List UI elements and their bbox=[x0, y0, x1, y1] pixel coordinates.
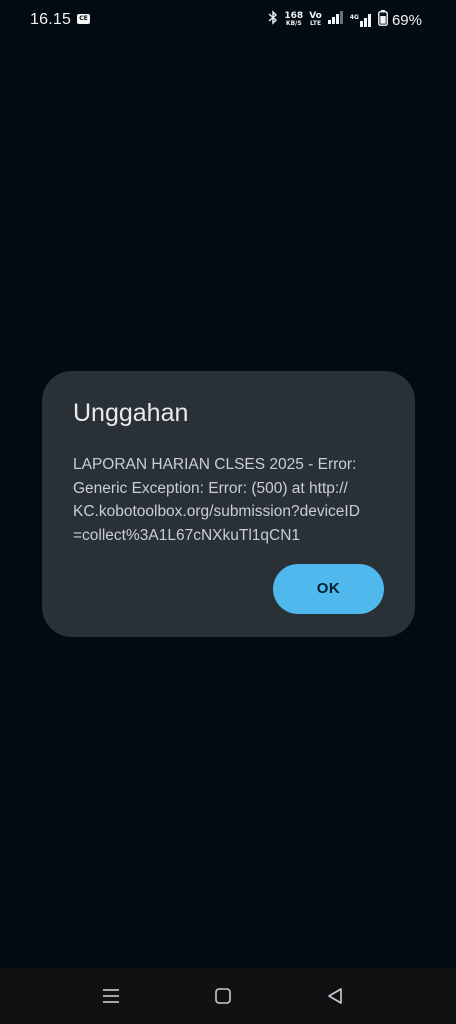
battery-percent: 69% bbox=[391, 11, 422, 29]
dialog-message: LAPORAN HARIAN CLSES 2025 - Error: Gener… bbox=[73, 456, 360, 544]
network-type-label: 4G bbox=[349, 13, 359, 21]
recents-menu-icon[interactable] bbox=[100, 986, 122, 1006]
home-icon[interactable] bbox=[212, 986, 234, 1006]
status-indicators: 168 KB/S Vo LTE 4G 69% bbox=[268, 9, 422, 31]
status-time: 16.15 bbox=[30, 11, 72, 28]
signal-icon-1 bbox=[327, 11, 344, 29]
dialog-title: Unggahan bbox=[73, 399, 189, 427]
ok-button[interactable]: OK bbox=[273, 564, 384, 614]
notification-icon: CE bbox=[77, 14, 90, 24]
battery-icon bbox=[378, 9, 388, 31]
network-speed: 168 KB/S bbox=[284, 12, 303, 28]
back-icon[interactable] bbox=[324, 986, 346, 1006]
navigation-bar bbox=[0, 968, 456, 1024]
network-type-signal: 4G bbox=[349, 13, 372, 27]
network-speed-unit: KB/S bbox=[285, 20, 302, 27]
upload-error-dialog: Unggahan LAPORAN HARIAN CLSES 2025 - Err… bbox=[42, 371, 415, 637]
screen: 16.15 CE 168 KB/S Vo LTE 4G 69% Unggahan… bbox=[0, 0, 456, 1024]
signal-icon-2 bbox=[359, 13, 371, 27]
volte-icon: Vo LTE bbox=[309, 11, 322, 28]
bluetooth-icon bbox=[268, 10, 278, 30]
status-bar: 16.15 CE 168 KB/S Vo LTE 4G 69% bbox=[0, 0, 456, 40]
network-speed-value: 168 bbox=[284, 11, 304, 21]
